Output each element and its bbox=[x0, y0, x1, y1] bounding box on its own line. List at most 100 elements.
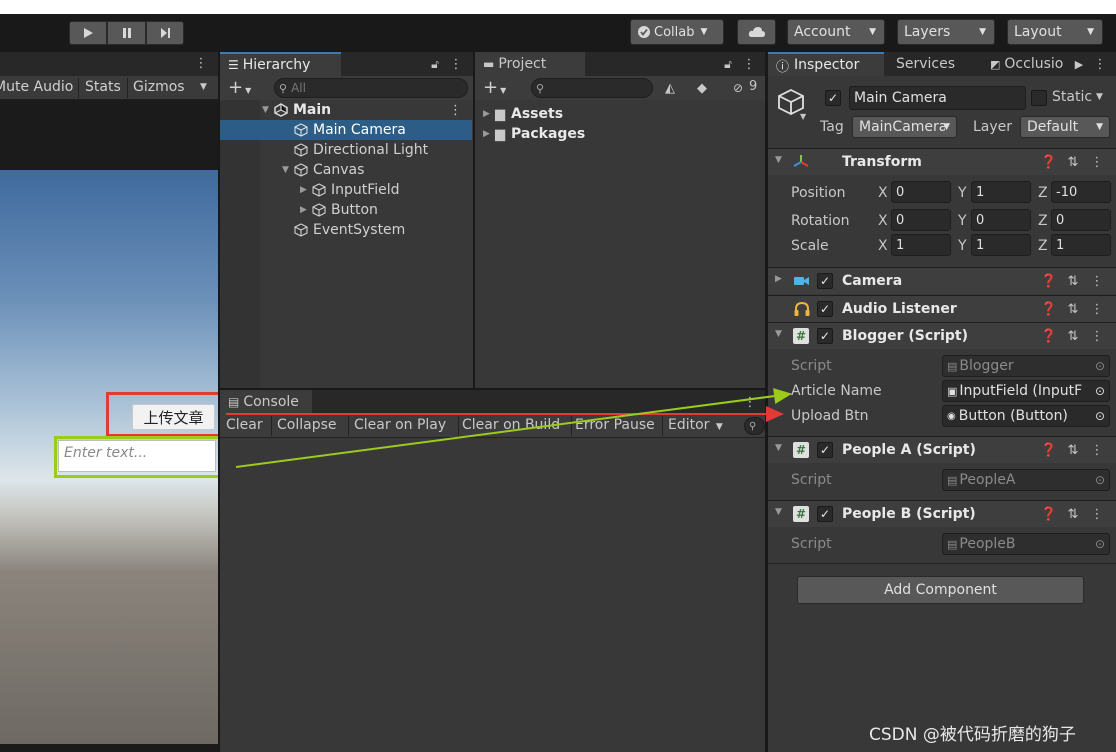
chevron-down-icon[interactable]: ▼ bbox=[200, 82, 207, 92]
clear-on-build-toggle[interactable]: Clear on Build bbox=[462, 417, 570, 433]
tree-item-main-camera[interactable]: Main Camera bbox=[220, 120, 472, 140]
tree-item-canvas[interactable]: ▼ Canvas bbox=[220, 160, 472, 180]
tab-hierarchy[interactable]: ☰ Hierarchy bbox=[220, 52, 341, 76]
presets-icon[interactable]: ⇅ bbox=[1066, 328, 1080, 344]
rotation-y-field[interactable]: 0 bbox=[971, 209, 1031, 231]
tab-console[interactable]: ▤ Console bbox=[220, 390, 312, 414]
expand-arrow-icon[interactable]: ▼ bbox=[775, 329, 782, 339]
error-pause-toggle[interactable]: Error Pause bbox=[575, 417, 661, 433]
help-icon[interactable]: ❓ bbox=[1041, 273, 1057, 289]
step-button[interactable] bbox=[146, 21, 184, 45]
account-dropdown[interactable]: Account ▼ bbox=[787, 19, 885, 45]
mute-audio-toggle[interactable]: Mute Audio bbox=[0, 79, 78, 95]
project-search-input[interactable]: ⚲ bbox=[531, 78, 653, 98]
tree-item-eventsystem[interactable]: EventSystem bbox=[220, 220, 472, 240]
static-dropdown[interactable]: Static ▼ bbox=[1052, 89, 1103, 105]
kebab-menu-icon[interactable]: ⋮ bbox=[744, 393, 757, 411]
position-z-field[interactable]: -10 bbox=[1051, 181, 1111, 203]
rotation-z-field[interactable]: 0 bbox=[1051, 209, 1111, 231]
create-asset-button[interactable]: + ▼ bbox=[483, 77, 506, 98]
pause-button[interactable] bbox=[107, 21, 146, 45]
static-checkbox[interactable] bbox=[1031, 90, 1047, 106]
add-component-button[interactable]: Add Component bbox=[797, 576, 1084, 604]
kebab-menu-icon[interactable]: ⋮ bbox=[1091, 506, 1104, 522]
layer-dropdown[interactable]: Default ▼ bbox=[1020, 116, 1110, 138]
hidden-packages-icon[interactable]: ⊘ bbox=[727, 79, 749, 97]
help-icon[interactable]: ❓ bbox=[1041, 328, 1057, 344]
collapse-arrow-icon[interactable]: ▶ bbox=[483, 129, 495, 139]
clear-button[interactable]: Clear bbox=[226, 417, 272, 433]
kebab-menu-icon[interactable]: ⋮ bbox=[1091, 273, 1104, 289]
object-picker-icon[interactable]: ⊙ bbox=[1095, 384, 1105, 398]
kebab-menu-icon[interactable]: ⋮ bbox=[1091, 328, 1104, 344]
layout-dropdown[interactable]: Layout ▼ bbox=[1007, 19, 1103, 45]
transform-header[interactable]: ▼ Transform ❓ ⇅ ⋮ bbox=[768, 148, 1116, 175]
presets-icon[interactable]: ⇅ bbox=[1066, 273, 1080, 289]
blogger-enabled-checkbox[interactable]: ✓ bbox=[817, 328, 833, 344]
filter-by-type-icon[interactable]: ◭ bbox=[661, 79, 679, 97]
tab-project[interactable]: ▬ Project bbox=[475, 52, 585, 76]
audio-listener-header[interactable]: ✓ Audio Listener ❓ ⇅ ⋮ bbox=[768, 295, 1116, 322]
add-object-button[interactable]: + ▼ bbox=[228, 77, 251, 98]
tree-item-directional-light[interactable]: Directional Light bbox=[220, 140, 472, 160]
tab-occlusion[interactable]: ◩ Occlusio bbox=[982, 52, 1072, 76]
cloud-button[interactable] bbox=[737, 19, 776, 45]
people-b-script-header[interactable]: ▼ # ✓ People B (Script) ❓ ⇅ ⋮ bbox=[768, 500, 1116, 527]
layers-dropdown[interactable]: Layers ▼ bbox=[897, 19, 995, 45]
expand-arrow-icon[interactable]: ▼ bbox=[775, 507, 782, 517]
kebab-menu-icon[interactable]: ⋮ bbox=[1091, 442, 1104, 458]
camera-header[interactable]: ▶ ✓ Camera ❓ ⇅ ⋮ bbox=[768, 267, 1116, 294]
scale-x-field[interactable]: 1 bbox=[891, 234, 951, 256]
collab-dropdown[interactable]: Collab ▼ bbox=[630, 19, 724, 45]
tab-inspector[interactable]: ⓘ Inspector bbox=[768, 52, 884, 76]
editor-dropdown[interactable]: Editor ▼ bbox=[668, 417, 728, 433]
presets-icon[interactable]: ⇅ bbox=[1066, 506, 1080, 522]
folder-packages[interactable]: ▶ ▆ Packages bbox=[483, 126, 585, 142]
rotation-x-field[interactable]: 0 bbox=[891, 209, 951, 231]
expand-arrow-icon[interactable]: ▼ bbox=[775, 443, 782, 453]
presets-icon[interactable]: ⇅ bbox=[1066, 301, 1080, 317]
play-button[interactable] bbox=[69, 21, 107, 45]
console-search-input[interactable]: ⚲ bbox=[744, 417, 765, 435]
collapse-arrow-icon[interactable]: ▶ bbox=[300, 205, 312, 215]
article-name-field[interactable]: ▣ InputField (InputF ⊙ bbox=[942, 380, 1110, 402]
tag-dropdown[interactable]: MainCamera ▼ bbox=[852, 116, 957, 138]
tab-overflow-icon[interactable]: ▶ bbox=[1072, 55, 1086, 73]
kebab-menu-icon[interactable]: ⋮ bbox=[450, 55, 463, 73]
kebab-menu-icon[interactable]: ⋮ bbox=[449, 103, 462, 118]
folder-assets[interactable]: ▶ ▆ Assets bbox=[483, 106, 563, 122]
kebab-menu-icon[interactable]: ⋮ bbox=[195, 54, 208, 72]
expand-arrow-icon[interactable]: ▼ bbox=[282, 165, 294, 175]
object-name-field[interactable]: Main Camera bbox=[849, 86, 1026, 110]
kebab-menu-icon[interactable]: ⋮ bbox=[1094, 55, 1107, 73]
help-icon[interactable]: ❓ bbox=[1041, 301, 1057, 317]
camera-enabled-checkbox[interactable]: ✓ bbox=[817, 273, 833, 289]
stats-toggle[interactable]: Stats bbox=[85, 79, 125, 95]
scale-y-field[interactable]: 1 bbox=[971, 234, 1031, 256]
gizmos-toggle[interactable]: Gizmos bbox=[133, 79, 191, 95]
people-a-enabled-checkbox[interactable]: ✓ bbox=[817, 442, 833, 458]
chevron-down-icon[interactable]: ▼ bbox=[800, 112, 806, 121]
collapse-arrow-icon[interactable]: ▶ bbox=[775, 274, 782, 284]
tab-services[interactable]: Services bbox=[888, 52, 980, 76]
position-y-field[interactable]: 1 bbox=[971, 181, 1031, 203]
presets-icon[interactable]: ⇅ bbox=[1066, 442, 1080, 458]
audio-listener-enabled-checkbox[interactable]: ✓ bbox=[817, 301, 833, 317]
people-a-script-header[interactable]: ▼ # ✓ People A (Script) ❓ ⇅ ⋮ bbox=[768, 436, 1116, 463]
help-icon[interactable]: ❓ bbox=[1041, 506, 1057, 522]
hierarchy-search-input[interactable]: ⚲ All bbox=[274, 78, 468, 98]
collapse-arrow-icon[interactable]: ▶ bbox=[483, 109, 495, 119]
help-icon[interactable]: ❓ bbox=[1041, 442, 1057, 458]
people-b-enabled-checkbox[interactable]: ✓ bbox=[817, 506, 833, 522]
collapse-toggle[interactable]: Collapse bbox=[277, 417, 347, 433]
lock-icon[interactable]: 🔓︎ bbox=[721, 55, 735, 73]
collapse-arrow-icon[interactable]: ▶ bbox=[300, 185, 312, 195]
active-checkbox[interactable]: ✓ bbox=[825, 90, 841, 106]
kebab-menu-icon[interactable]: ⋮ bbox=[1091, 154, 1104, 170]
object-picker-icon[interactable]: ⊙ bbox=[1095, 409, 1105, 423]
position-x-field[interactable]: 0 bbox=[891, 181, 951, 203]
blogger-script-header[interactable]: ▼ # ✓ Blogger (Script) ❓ ⇅ ⋮ bbox=[768, 322, 1116, 349]
expand-arrow-icon[interactable]: ▼ bbox=[775, 155, 782, 165]
lock-icon[interactable]: 🔓︎ bbox=[428, 55, 442, 73]
tree-item-button[interactable]: ▶ Button bbox=[220, 200, 472, 220]
